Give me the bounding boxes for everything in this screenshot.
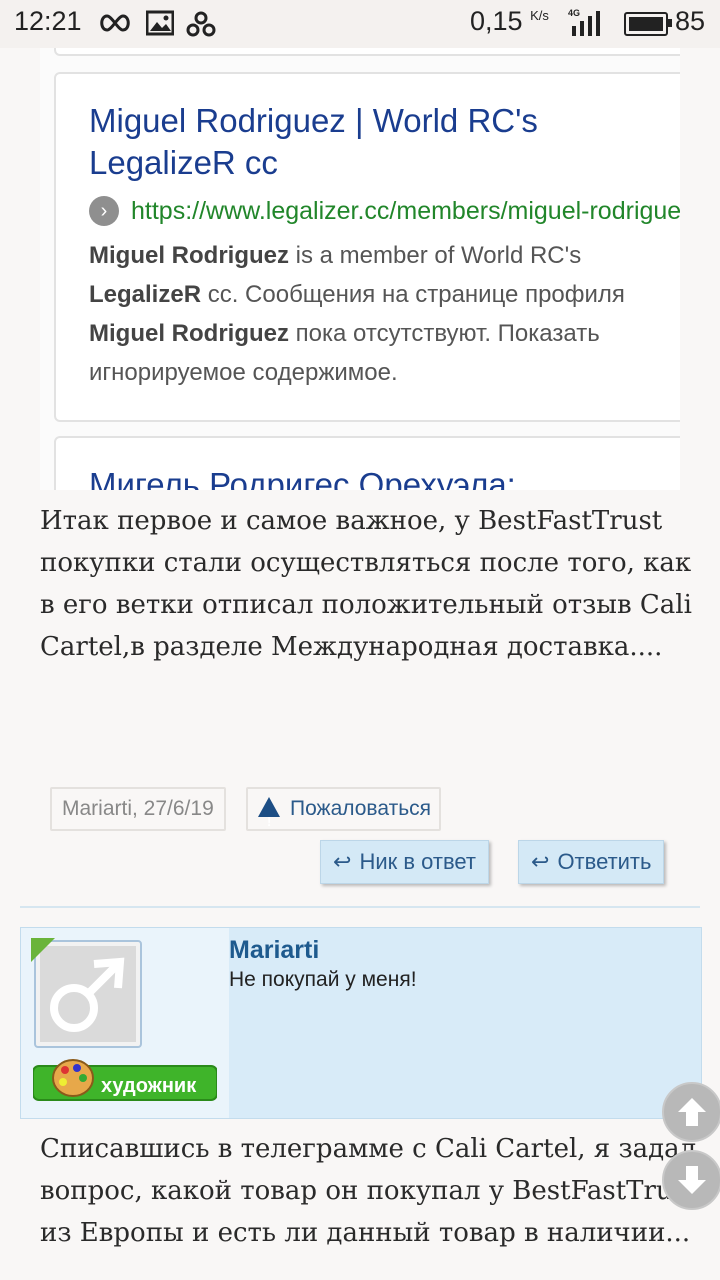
scroll-up-button[interactable] [662, 1082, 720, 1142]
post-date: , 27/6/19 [132, 797, 214, 820]
badge-label: художник [101, 1075, 197, 1097]
user-status-text: Не покупай у меня! [229, 968, 417, 991]
artist-badge: художник [33, 1059, 217, 1101]
report-label: Пожаловаться [290, 797, 432, 820]
sync-icon [186, 11, 216, 37]
user-info-column: художник [21, 928, 229, 1118]
next-post: художник Mariarti Не покупай у меня! [20, 927, 702, 1119]
result-url[interactable]: https://www.legalizer.cc/members/miguel-… [131, 197, 680, 225]
warning-icon: ! [258, 797, 280, 829]
battery-icon [624, 12, 672, 36]
online-indicator [31, 938, 55, 962]
quote-author[interactable]: Mariarti [229, 936, 319, 965]
reply-button[interactable]: ↩ Ответить [518, 840, 665, 884]
infinity-icon [100, 14, 130, 32]
embedded-screenshot: Miguel Rodriguez | World RC's LegalizeR … [40, 48, 680, 490]
post-author-link[interactable]: Mariarti [62, 797, 132, 820]
result-title[interactable]: Miguel Rodriguez | World RC's LegalizeR … [89, 100, 680, 184]
arrow-down-icon [678, 1166, 706, 1194]
battery-percent: 85 [675, 6, 706, 36]
report-button[interactable]: ! Пожаловаться [246, 787, 442, 831]
net-speed: 0,15 K/s [470, 6, 549, 36]
post-body-2: Списавшись в телеграмме с Cali Cartel, я… [40, 1134, 697, 1248]
reply-nick-button[interactable]: ↩ Ник в ответ [320, 840, 490, 884]
post-meta: Mariarti, 27/6/19 [50, 787, 226, 831]
signal-icon: 4G [568, 8, 608, 36]
status-time: 12:21 [14, 6, 82, 36]
scroll-down-button[interactable] [662, 1150, 720, 1210]
reply-arrow-icon: ↩ [531, 849, 550, 874]
gallery-icon [146, 10, 174, 36]
next-result-card[interactable]: Мигель Родригес Орехуэла: [54, 436, 680, 490]
result-description: Miguel Rodriguez is a member of World RC… [89, 242, 625, 386]
status-bar: 12:21 0,15 K/s 4G 85 [0, 0, 720, 48]
post-body: Итак первое и самое важное, у BestFastTr… [40, 506, 692, 662]
search-result-card[interactable]: Miguel Rodriguez | World RC's LegalizeR … [54, 72, 680, 422]
reply-arrow-icon: ↩ [333, 849, 352, 874]
chevron-right-icon: › [89, 196, 119, 226]
next-result-title[interactable]: Мигель Родригес Орехуэла: [89, 464, 680, 490]
result-url-row[interactable]: › https://www.legalizer.cc/members/miguel… [89, 196, 680, 230]
arrow-up-icon [678, 1098, 706, 1126]
post-divider [20, 906, 700, 908]
previous-result-card [54, 48, 680, 56]
